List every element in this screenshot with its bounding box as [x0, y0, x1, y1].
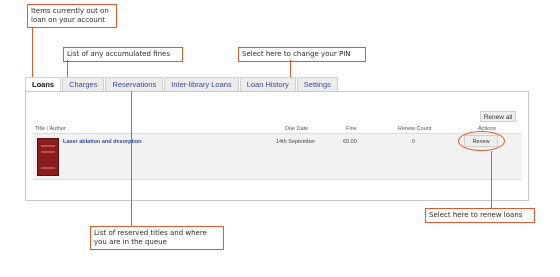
callout-out-on-loan: Items currently out on loan on your acco…: [27, 4, 117, 28]
tab-loans[interactable]: Loans: [25, 77, 62, 92]
column-header-due-date: Due Date: [285, 126, 309, 132]
callout-connector: [67, 60, 68, 77]
callout-connector: [32, 27, 33, 77]
callout-connector: [131, 91, 132, 226]
loan-renew-count: 0: [412, 139, 416, 145]
column-header-fine: Fine: [346, 126, 357, 132]
callout-reserved: List of reserved titles and where you ar…: [90, 226, 224, 250]
tab-settings[interactable]: Settings: [296, 77, 338, 91]
loan-title-link[interactable]: Laser ablation and desorption: [63, 139, 142, 145]
tab-loan-history[interactable]: Loan History: [239, 77, 296, 91]
tab-charges[interactable]: Charges: [62, 77, 105, 91]
callout-fines: List of any accumulated fines: [63, 47, 183, 62]
tab-inter-library-loans[interactable]: Inter-library Loans: [164, 77, 239, 91]
account-tabs: Loans Charges Reservations Inter-library…: [25, 77, 339, 92]
loan-due-date: 14th September: [276, 139, 316, 145]
renew-highlight-ring: [458, 131, 505, 151]
loan-fine: €0.00: [343, 139, 357, 145]
tab-reservations[interactable]: Reservations: [105, 77, 164, 91]
callout-connector: [491, 151, 492, 208]
callout-pin: Select here to change your PIN: [238, 47, 366, 62]
book-cover-thumbnail: [37, 138, 59, 176]
renew-all-button[interactable]: Renew all: [480, 111, 516, 122]
callout-connector: [290, 60, 291, 77]
column-header-renew-count: Renew Count: [398, 126, 432, 132]
callout-renew: Select here to renew loans: [425, 208, 535, 223]
column-header-title-author: Title / Author: [35, 126, 66, 132]
